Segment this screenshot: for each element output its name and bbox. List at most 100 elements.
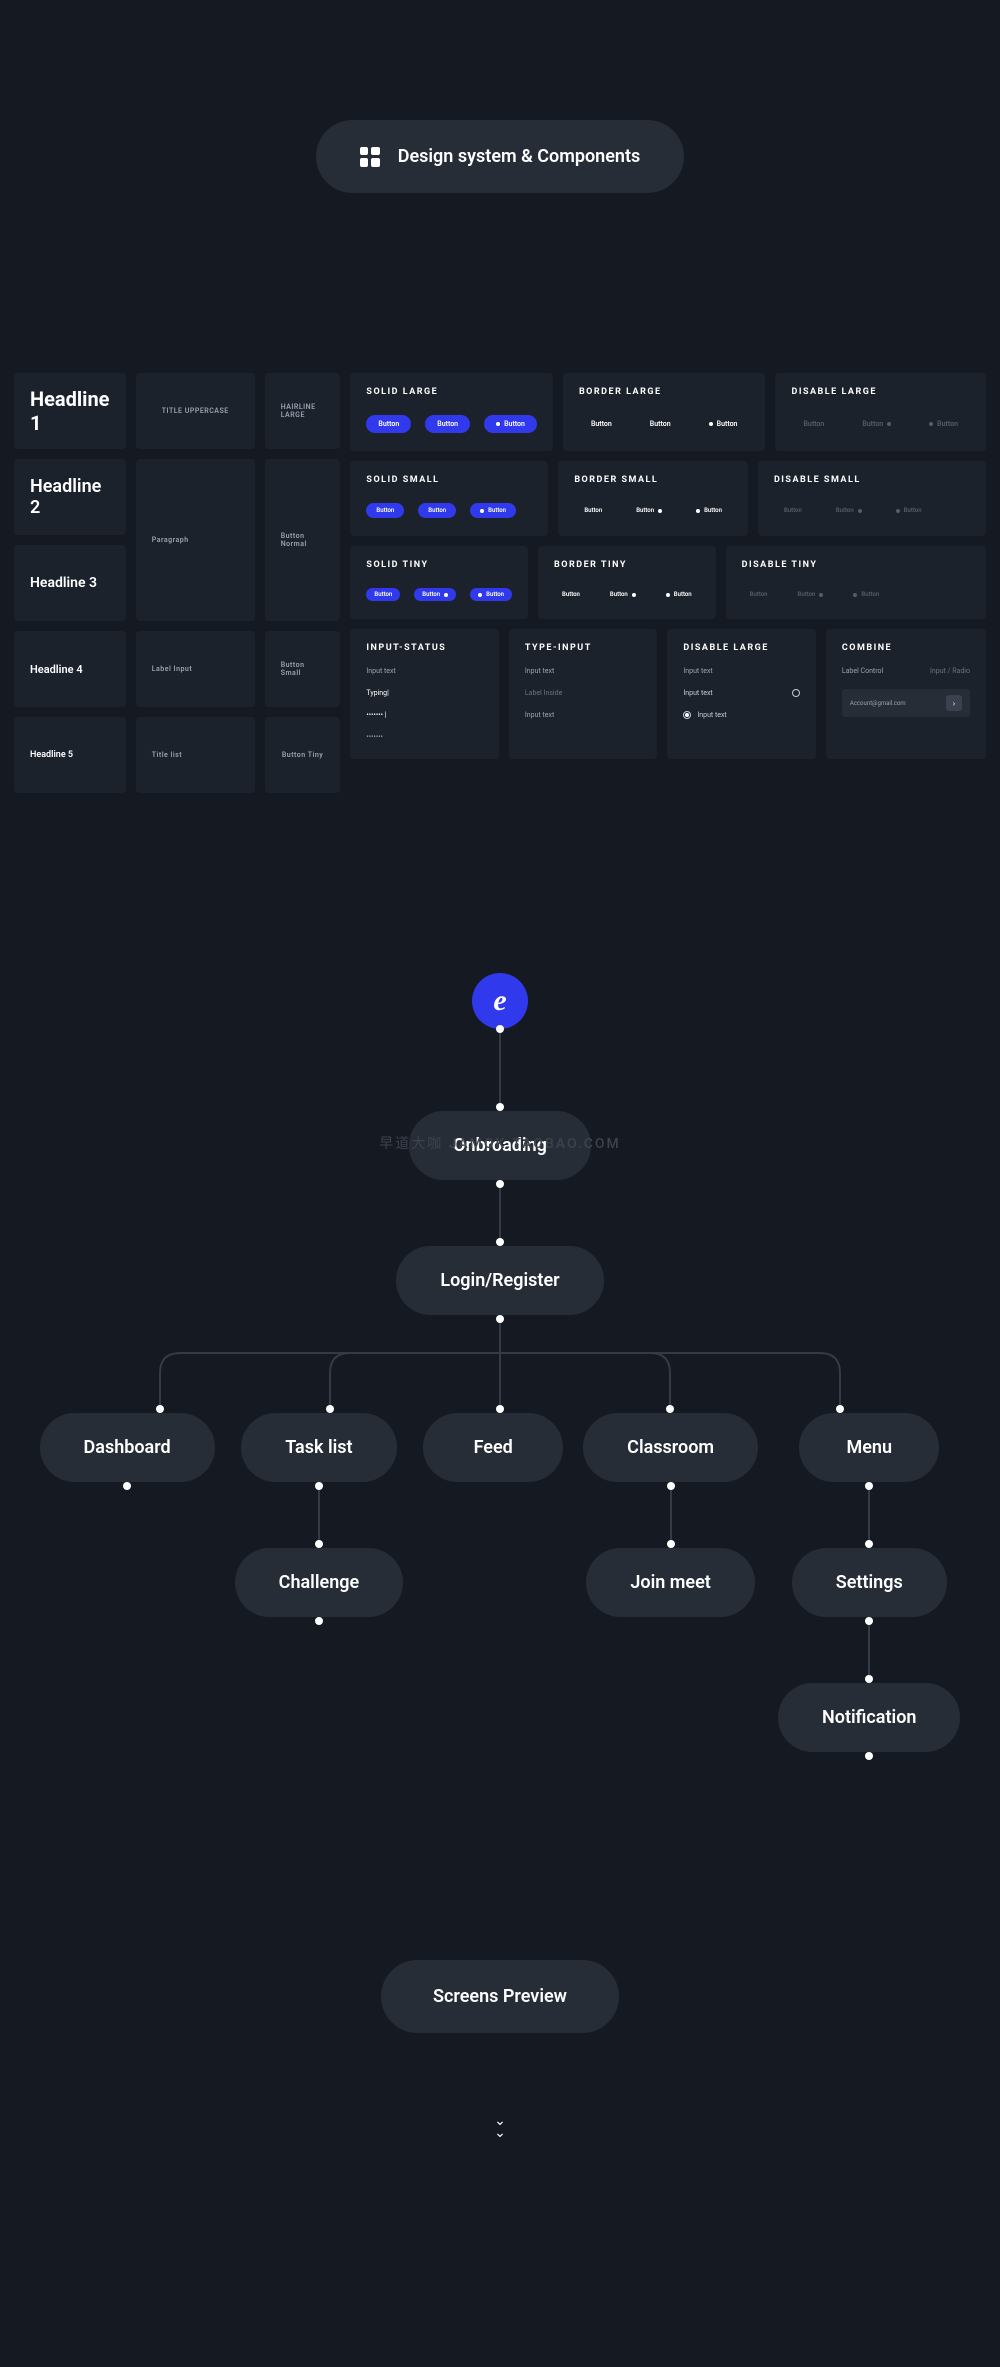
col-text-samples: TITLE UPPERCASE Paragraph Label Input Ti… <box>136 373 255 793</box>
combine-email-input[interactable]: Account@gmail.com › <box>842 689 970 717</box>
button-disable: Button <box>850 415 903 433</box>
headline-4-text: Headline 4 <box>30 663 83 676</box>
connector-dot <box>315 1617 323 1625</box>
radio-checked-icon <box>683 711 691 719</box>
solid-small-title: Solid small <box>366 475 532 485</box>
input-status-field-3: ••••••• | <box>366 711 482 719</box>
button-disable-icon: Button <box>917 415 970 433</box>
node-login-register[interactable]: Login/Register <box>396 1246 603 1315</box>
border-tiny-title: Border tiny <box>554 560 700 570</box>
input-row: Input-status Input text Typing| ••••••• … <box>350 629 986 759</box>
button-solid[interactable]: Button <box>366 415 411 433</box>
button-tiny-text: Button Tiny <box>282 751 323 759</box>
node-classroom[interactable]: Classroom <box>583 1413 758 1482</box>
disable-input-field-2: Input text <box>683 689 799 697</box>
card-border-tiny: Border tiny Button Button Button <box>538 546 716 619</box>
screens-preview-pill: Screens Preview <box>381 1960 619 2033</box>
card-solid-tiny: Solid tiny Button Button Button <box>350 546 528 619</box>
radio-icon <box>792 689 800 697</box>
type-input-field-2: Label Inside <box>525 689 641 697</box>
border-large-title: Border large <box>579 387 750 397</box>
logo-letter: e <box>493 984 506 1018</box>
card-border-large: Border large Button Button Button <box>563 373 766 451</box>
disable-input-field-3: Input text <box>683 711 799 719</box>
button-solid-ty[interactable]: Button <box>414 588 456 601</box>
connector-dot <box>496 1238 504 1246</box>
type-input-field-3: Input text <box>525 711 641 719</box>
connector-dot <box>123 1482 131 1490</box>
button-border-sm-icon[interactable]: Button <box>686 503 732 518</box>
dot-icon <box>853 593 857 597</box>
connector-dot <box>865 1617 873 1625</box>
connector-dot <box>865 1675 873 1683</box>
dot-icon <box>858 509 862 513</box>
button-disable-sm-icon: Button <box>886 503 932 518</box>
button-solid-ty-icon[interactable]: Button <box>470 588 512 601</box>
input-status-field-4: ••••••• <box>366 733 482 741</box>
button-border-sm[interactable]: Button <box>574 503 612 518</box>
grid-icon <box>360 147 380 167</box>
button-disable-ty: Button <box>790 588 832 601</box>
node-feed[interactable]: Feed <box>423 1413 563 1482</box>
connector-dot <box>667 1540 675 1548</box>
button-border-ty[interactable]: Button <box>554 588 588 601</box>
headline-1-text: Headline 1 <box>30 387 110 435</box>
button-border-ty[interactable]: Button <box>602 588 644 601</box>
flow-wrap: e 早道大咖 JAMOK.TAOBAO.COM Onbroading Login… <box>40 973 961 1760</box>
node-join-meet[interactable]: Join meet <box>586 1548 754 1617</box>
disable-large-title: Disable large <box>791 387 970 397</box>
button-border-icon[interactable]: Button <box>697 415 750 433</box>
dot-icon <box>480 509 484 513</box>
node-notification[interactable]: Notification <box>778 1683 960 1752</box>
connector-line <box>499 1188 501 1238</box>
dot-icon <box>929 422 933 426</box>
node-challenge[interactable]: Challenge <box>235 1548 404 1617</box>
submit-icon[interactable]: › <box>946 695 962 711</box>
col-headlines: Headline 1 Headline 2 Headline 3 Headlin… <box>14 373 126 793</box>
solid-large-title: Solid large <box>366 387 537 397</box>
card-type-input: Type-input Input text Label Inside Input… <box>509 629 657 759</box>
node-onboarding[interactable]: Onbroading <box>409 1111 591 1180</box>
node-dashboard[interactable]: Dashboard <box>40 1413 215 1482</box>
node-task-list[interactable]: Task list <box>241 1413 396 1482</box>
disable-input-field-1: Input text <box>683 667 799 675</box>
card-title-uppercase: TITLE UPPERCASE <box>136 373 255 449</box>
header-section: Design system & Components <box>0 0 1000 373</box>
button-disable-sm: Button <box>774 503 812 518</box>
button-solid-sm[interactable]: Button <box>418 503 456 518</box>
paragraph-text: Paragraph <box>152 536 189 544</box>
card-disable-small: Disable small Button Button Button <box>758 461 986 536</box>
connector-dot <box>496 1103 504 1111</box>
button-solid[interactable]: Button <box>425 415 470 433</box>
card-title-list: Title list <box>136 717 255 793</box>
button-border[interactable]: Button <box>638 415 683 433</box>
button-row-small: Solid small Button Button Button Border … <box>350 461 986 536</box>
dot-icon <box>496 422 500 426</box>
button-border-sm[interactable]: Button <box>626 503 672 518</box>
node-settings[interactable]: Settings <box>792 1548 947 1617</box>
hairline-large-text: HAIRLINE LARGE <box>281 403 325 419</box>
card-disable-input: Disable large Input text Input text Inpu… <box>667 629 815 759</box>
button-solid-ty[interactable]: Button <box>366 588 400 601</box>
node-menu[interactable]: Menu <box>799 1413 939 1482</box>
card-button-tiny: Button Tiny <box>265 717 341 793</box>
combine-label: Label Control <box>842 667 883 675</box>
button-solid-sm-icon[interactable]: Button <box>470 503 516 518</box>
button-normal-text: Button Normal <box>281 532 325 548</box>
headline-2-text: Headline 2 <box>30 476 110 518</box>
button-solid-sm[interactable]: Button <box>366 503 404 518</box>
dot-icon <box>444 593 448 597</box>
button-border-ty-icon[interactable]: Button <box>658 588 700 601</box>
dot-icon <box>666 593 670 597</box>
card-input-status: Input-status Input text Typing| ••••••• … <box>350 629 498 759</box>
button-solid-icon[interactable]: Button <box>484 415 537 433</box>
card-solid-small: Solid small Button Button Button <box>350 461 548 536</box>
connector-line <box>499 1033 501 1103</box>
dot-icon <box>709 422 713 426</box>
card-paragraph: Paragraph <box>136 459 255 621</box>
type-input-field-1: Input text <box>525 667 641 675</box>
card-disable-tiny: Disable tiny Button Button Button <box>726 546 986 619</box>
input-status-field-2: Typing| <box>366 689 482 697</box>
button-disable-sm: Button <box>826 503 872 518</box>
button-border[interactable]: Button <box>579 415 624 433</box>
